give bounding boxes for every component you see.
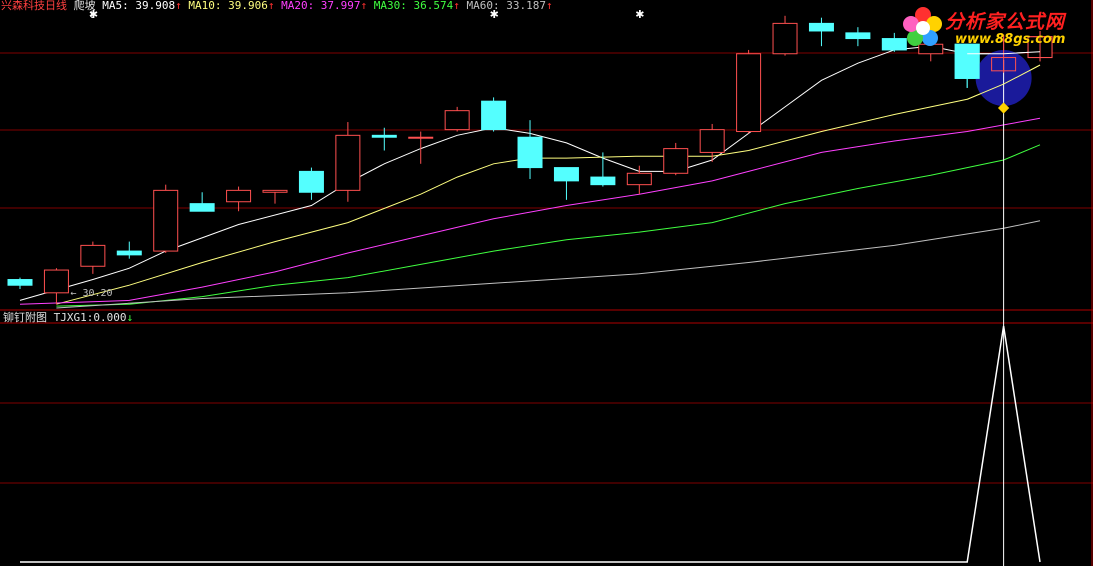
cursor-overlay: ← 30.20✱ ✱ ✱⇓ — [70, 8, 1053, 566]
candle-body — [262, 189, 288, 193]
candle — [80, 241, 106, 274]
ma-readout-ma20: MA20: 37.997 — [274, 0, 361, 12]
indicator-value: 0.000 — [93, 311, 127, 324]
sub-chart-header: 铆钉附图 TJXG1:0.000↓ — [3, 312, 133, 324]
signal-line — [20, 325, 1041, 563]
ma-line-ma30 — [56, 144, 1041, 307]
signal-panel — [20, 325, 1041, 563]
grid-lines — [0, 0, 1093, 566]
candle-body — [153, 189, 179, 252]
candle — [626, 165, 652, 195]
stock-name[interactable]: 兴森科技 — [1, 0, 45, 12]
candle-body — [335, 134, 361, 191]
candle — [444, 106, 470, 132]
candle-body — [226, 189, 252, 203]
stock-chart[interactable]: ← 30.20✱ ✱ ✱⇓ — [0, 0, 1093, 566]
ma-readout-ma60: MA60: 33.187 — [459, 0, 546, 12]
formula-name: 爬坡 — [73, 0, 96, 12]
candle-body — [189, 203, 215, 212]
candle — [43, 268, 69, 305]
candle — [845, 27, 871, 47]
flower-logo-icon — [903, 7, 942, 46]
candle-body — [371, 134, 397, 138]
candle-body — [772, 22, 798, 55]
candle — [772, 15, 798, 56]
candle — [335, 122, 361, 202]
candle — [408, 131, 434, 164]
candle-body — [663, 148, 689, 174]
ma-readout-ma5: MA5: 39.908 — [102, 0, 176, 12]
candle — [298, 167, 324, 200]
candle — [481, 97, 507, 132]
ma-arrow: ↑ — [545, 0, 553, 12]
ma-line-ma10 — [56, 64, 1041, 305]
candle — [517, 120, 543, 179]
candle — [116, 241, 142, 259]
candle-body — [845, 32, 871, 40]
candle-body — [553, 167, 579, 182]
candle-body — [517, 136, 543, 169]
candle-body — [808, 22, 834, 32]
indicator-label: TJXG1: — [53, 311, 94, 324]
candle — [153, 184, 179, 253]
candle-body — [298, 170, 324, 193]
candle-body — [481, 100, 507, 131]
candle — [736, 49, 762, 134]
candle-body — [43, 269, 69, 294]
candle-body — [590, 176, 616, 186]
ma-readout-ma10: MA10: 39.906 — [181, 0, 268, 12]
ma-arrow: ↑ — [175, 0, 182, 12]
candle — [663, 142, 689, 176]
candle-body — [444, 110, 470, 131]
candle-body — [7, 279, 33, 286]
indicator-arrow: ↓ — [126, 311, 134, 324]
candle — [808, 17, 834, 47]
candle-body — [736, 53, 762, 133]
candle — [7, 277, 33, 290]
candle-body — [626, 172, 652, 186]
logo-url: www.88gs.com — [955, 32, 1066, 47]
ma-readouts: MA5: 39.908↑ MA10: 39.906↑ MA20: 37.997↑… — [102, 0, 552, 12]
candle-body — [699, 129, 725, 153]
period-label[interactable]: 日线 — [45, 0, 67, 12]
star-mark: ✱ — [635, 8, 644, 21]
candlesticks — [7, 15, 1053, 305]
low-price-label: ← 30.20 — [70, 288, 112, 299]
candle-body — [116, 250, 142, 256]
main-chart-header: 兴森科技日线 爬坡 MA5: 39.908↑ MA10: 39.906↑ MA2… — [1, 0, 553, 12]
candle — [189, 192, 215, 212]
ma-line-ma60 — [56, 220, 1041, 309]
candle — [553, 167, 579, 200]
logo-text: 分析家公式网 — [945, 11, 1066, 33]
candle — [262, 189, 288, 204]
ma-arrow: ↑ — [453, 0, 460, 12]
sub-chart-title[interactable]: 铆钉附图 — [3, 311, 47, 324]
candle-body — [80, 244, 106, 267]
ma-readout-ma30: MA30: 36.574 — [367, 0, 454, 12]
watermark-logo: 分析家公式网 www.88gs.com — [901, 4, 1087, 52]
candle — [371, 127, 397, 151]
candle-body — [408, 136, 434, 139]
